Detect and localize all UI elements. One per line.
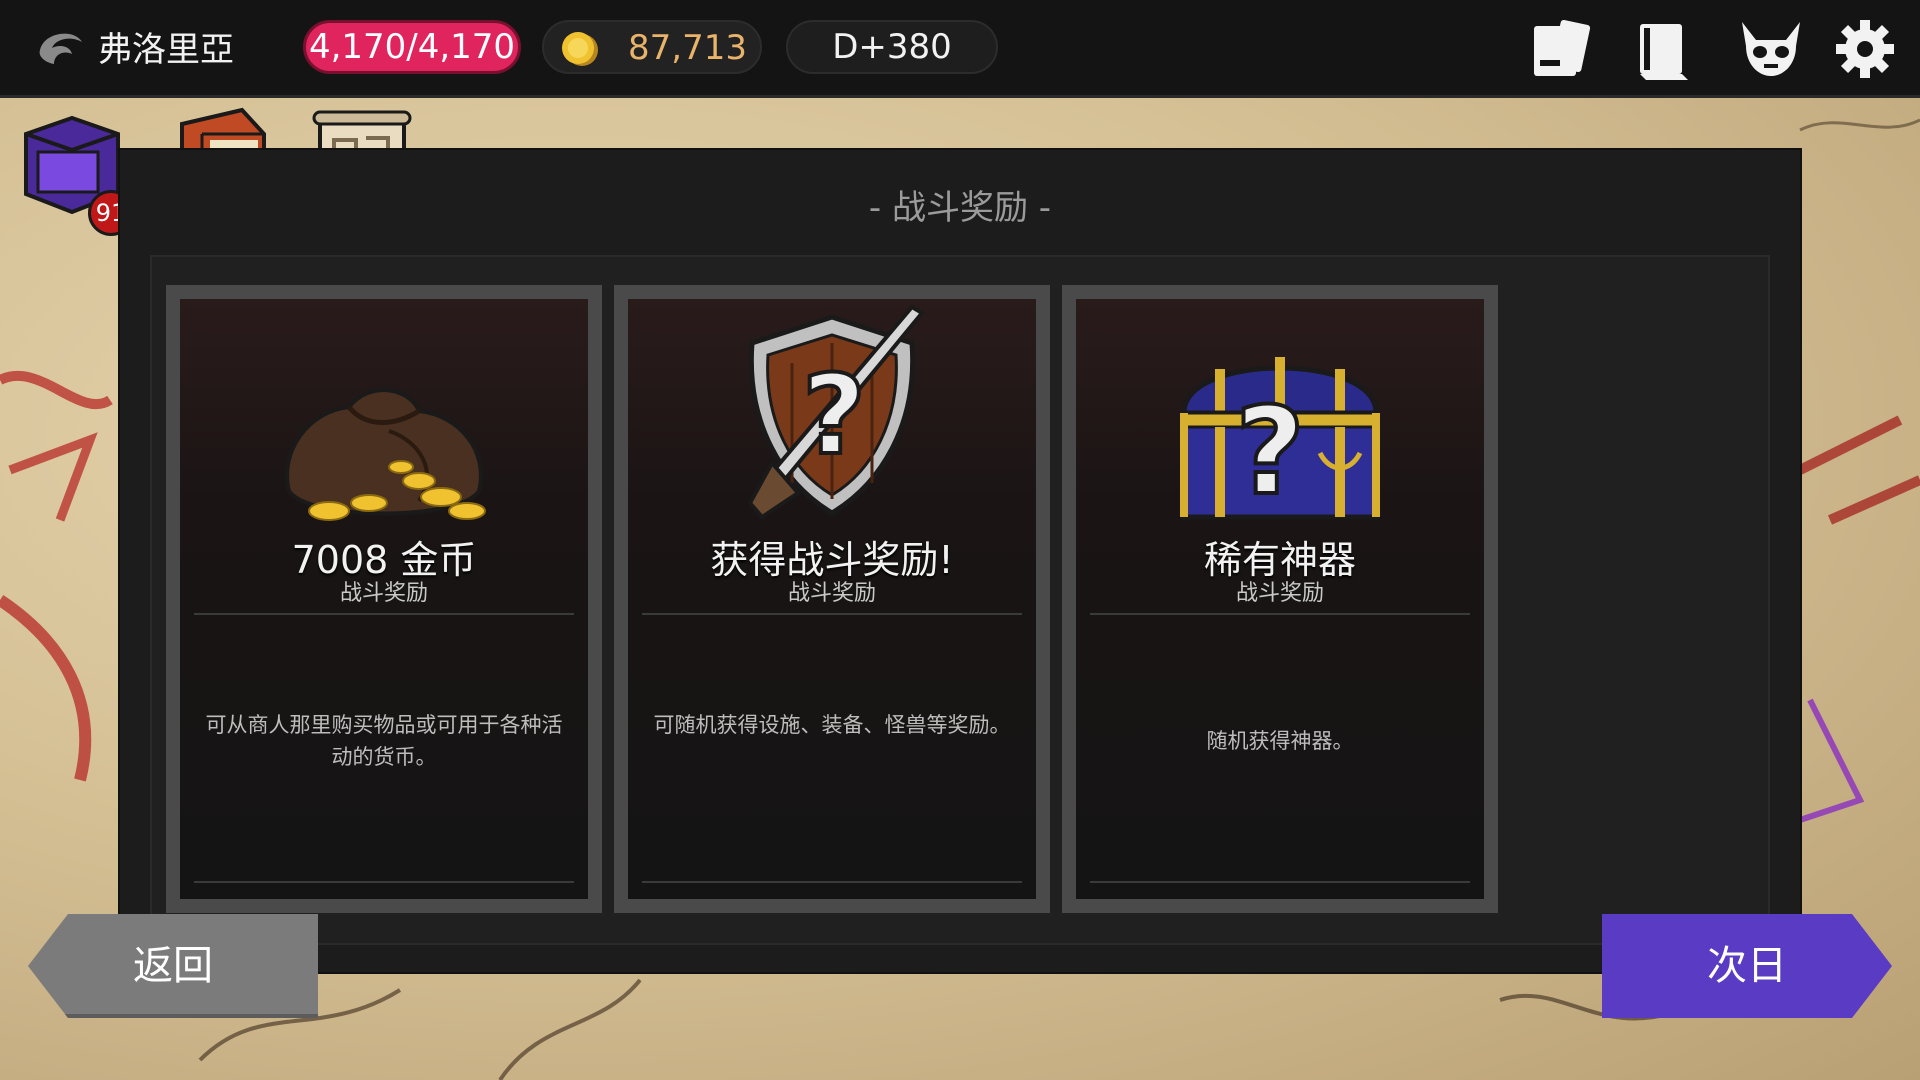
reward-description-box: 随机获得神器。: [1090, 613, 1470, 883]
top-bar: 弗洛里亞 4,170/4,170 87,713 D+380: [0, 0, 1920, 98]
mystery-shield-icon: ?: [747, 304, 926, 520]
demon-skull-icon[interactable]: [1738, 16, 1804, 82]
battle-reward-dialog: - 战斗奖励 - 7008 金币 战斗奖励 可从商人那里购买物品或可用于各种活动…: [120, 150, 1800, 972]
player-name: 弗洛里亞: [98, 30, 234, 70]
reward-description: 可从商人那里购买物品或可用于各种活动的货币。: [205, 713, 563, 769]
reward-subtitle: 战斗奖励: [787, 581, 876, 606]
reward-card-gold[interactable]: 7008 金币 战斗奖励 可从商人那里购买物品或可用于各种活动的货币。: [166, 285, 602, 913]
reward-description: 可随机获得设施、装备、怪兽等奖励。: [653, 713, 1011, 737]
mystery-chest-icon: ?: [1180, 357, 1380, 524]
back-button[interactable]: 返回: [28, 914, 318, 1018]
gear-icon[interactable]: [1832, 16, 1898, 82]
reward-card-battle[interactable]: ? 获得战斗奖励! 战斗奖励 可随机获得设施、装备、怪兽等奖励。: [614, 285, 1050, 913]
card-icon[interactable]: [1528, 16, 1594, 82]
coin-icon: [562, 32, 598, 66]
svg-text:?: ?: [1235, 383, 1305, 522]
day-counter: D+380: [786, 20, 998, 74]
reward-card-artifact[interactable]: ? 稀有神器 战斗奖励 随机获得神器。: [1062, 285, 1498, 913]
reward-description: 随机获得神器。: [1206, 729, 1354, 753]
gold-sack-icon: [285, 388, 486, 521]
hp-counter: 4,170/4,170: [303, 20, 521, 74]
logo-icon: [39, 33, 82, 64]
reward-subtitle: 战斗奖励: [1235, 581, 1324, 606]
dialog-title: - 战斗奖励 -: [868, 188, 1052, 228]
book-icon[interactable]: [1630, 16, 1696, 82]
reward-description-box: 可随机获得设施、装备、怪兽等奖励。: [642, 613, 1022, 883]
reward-description-box: 可从商人那里购买物品或可用于各种活动的货币。: [194, 613, 574, 883]
gold-value: 87,713: [628, 28, 747, 68]
svg-text:?: ?: [802, 351, 866, 479]
reward-card-body: 7008 金币 战斗奖励 可从商人那里购买物品或可用于各种活动的货币。: [180, 299, 588, 899]
next-day-button[interactable]: 次日: [1602, 914, 1892, 1018]
reward-card-body: ? 获得战斗奖励! 战斗奖励 可随机获得设施、装备、怪兽等奖励。: [628, 299, 1036, 899]
reward-subtitle: 战斗奖励: [339, 581, 428, 606]
gold-counter: 87,713: [542, 20, 762, 74]
reward-card-body: ? 稀有神器 战斗奖励 随机获得神器。: [1076, 299, 1484, 899]
reward-panel: 7008 金币 战斗奖励 可从商人那里购买物品或可用于各种活动的货币。 ? 获得…: [150, 255, 1770, 945]
